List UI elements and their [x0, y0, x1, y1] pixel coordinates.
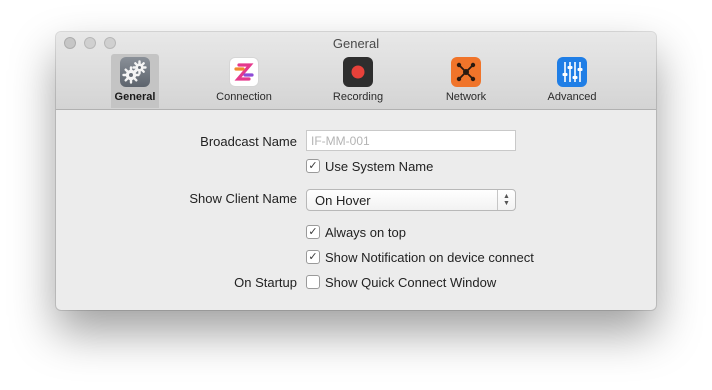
broadcast-name-label: Broadcast Name [200, 134, 297, 149]
show-quick-connect-checkbox[interactable] [306, 275, 320, 289]
general-settings-pane: Broadcast Name ✓ Use System Name Show Cl… [56, 110, 656, 310]
network-icon [451, 57, 481, 87]
tab-advanced[interactable]: Advanced [532, 54, 612, 108]
tab-general-label: General [114, 91, 156, 103]
always-on-top-checkbox[interactable]: ✓ [306, 225, 320, 239]
tab-advanced-label: Advanced [547, 91, 597, 103]
tab-recording[interactable]: Recording [318, 54, 398, 108]
show-quick-connect-row: Show Quick Connect Window [306, 274, 496, 290]
use-system-name-row: ✓ Use System Name [306, 158, 433, 174]
show-notification-checkbox[interactable]: ✓ [306, 250, 320, 264]
chevron-updown-icon: ▲ ▼ [497, 190, 515, 210]
window-title: General [332, 36, 380, 51]
always-on-top-row: ✓ Always on top [306, 224, 406, 240]
use-system-name-label: Use System Name [325, 158, 434, 174]
preferences-toolbar: General Connection Recording Network Adv… [56, 54, 656, 109]
record-icon [343, 57, 373, 87]
title-bar: General General Connection Recording Net… [56, 32, 656, 110]
tab-network-label: Network [445, 91, 487, 103]
tab-general[interactable]: General [111, 54, 159, 108]
use-system-name-checkbox[interactable]: ✓ [306, 159, 320, 173]
preferences-window: General General Connection Recording Net… [56, 32, 656, 310]
tab-network[interactable]: Network [426, 54, 506, 108]
tab-connection-label: Connection [216, 91, 272, 103]
on-startup-label: On Startup [234, 275, 297, 290]
show-quick-connect-label: Show Quick Connect Window [325, 274, 497, 290]
show-client-name-value: On Hover [315, 193, 371, 208]
always-on-top-label: Always on top [325, 224, 406, 240]
show-client-name-label: Show Client Name [189, 191, 297, 206]
tab-recording-label: Recording [332, 91, 384, 103]
broadcast-name-field[interactable] [306, 130, 516, 151]
show-notification-label: Show Notification on device connect [325, 249, 534, 265]
tab-connection[interactable]: Connection [204, 54, 284, 108]
show-notification-row: ✓ Show Notification on device connect [306, 249, 534, 265]
show-client-name-select[interactable]: On Hover ▲ ▼ [306, 189, 516, 211]
connection-icon [229, 57, 259, 87]
sliders-icon [557, 57, 587, 87]
gear-icon [120, 57, 150, 87]
